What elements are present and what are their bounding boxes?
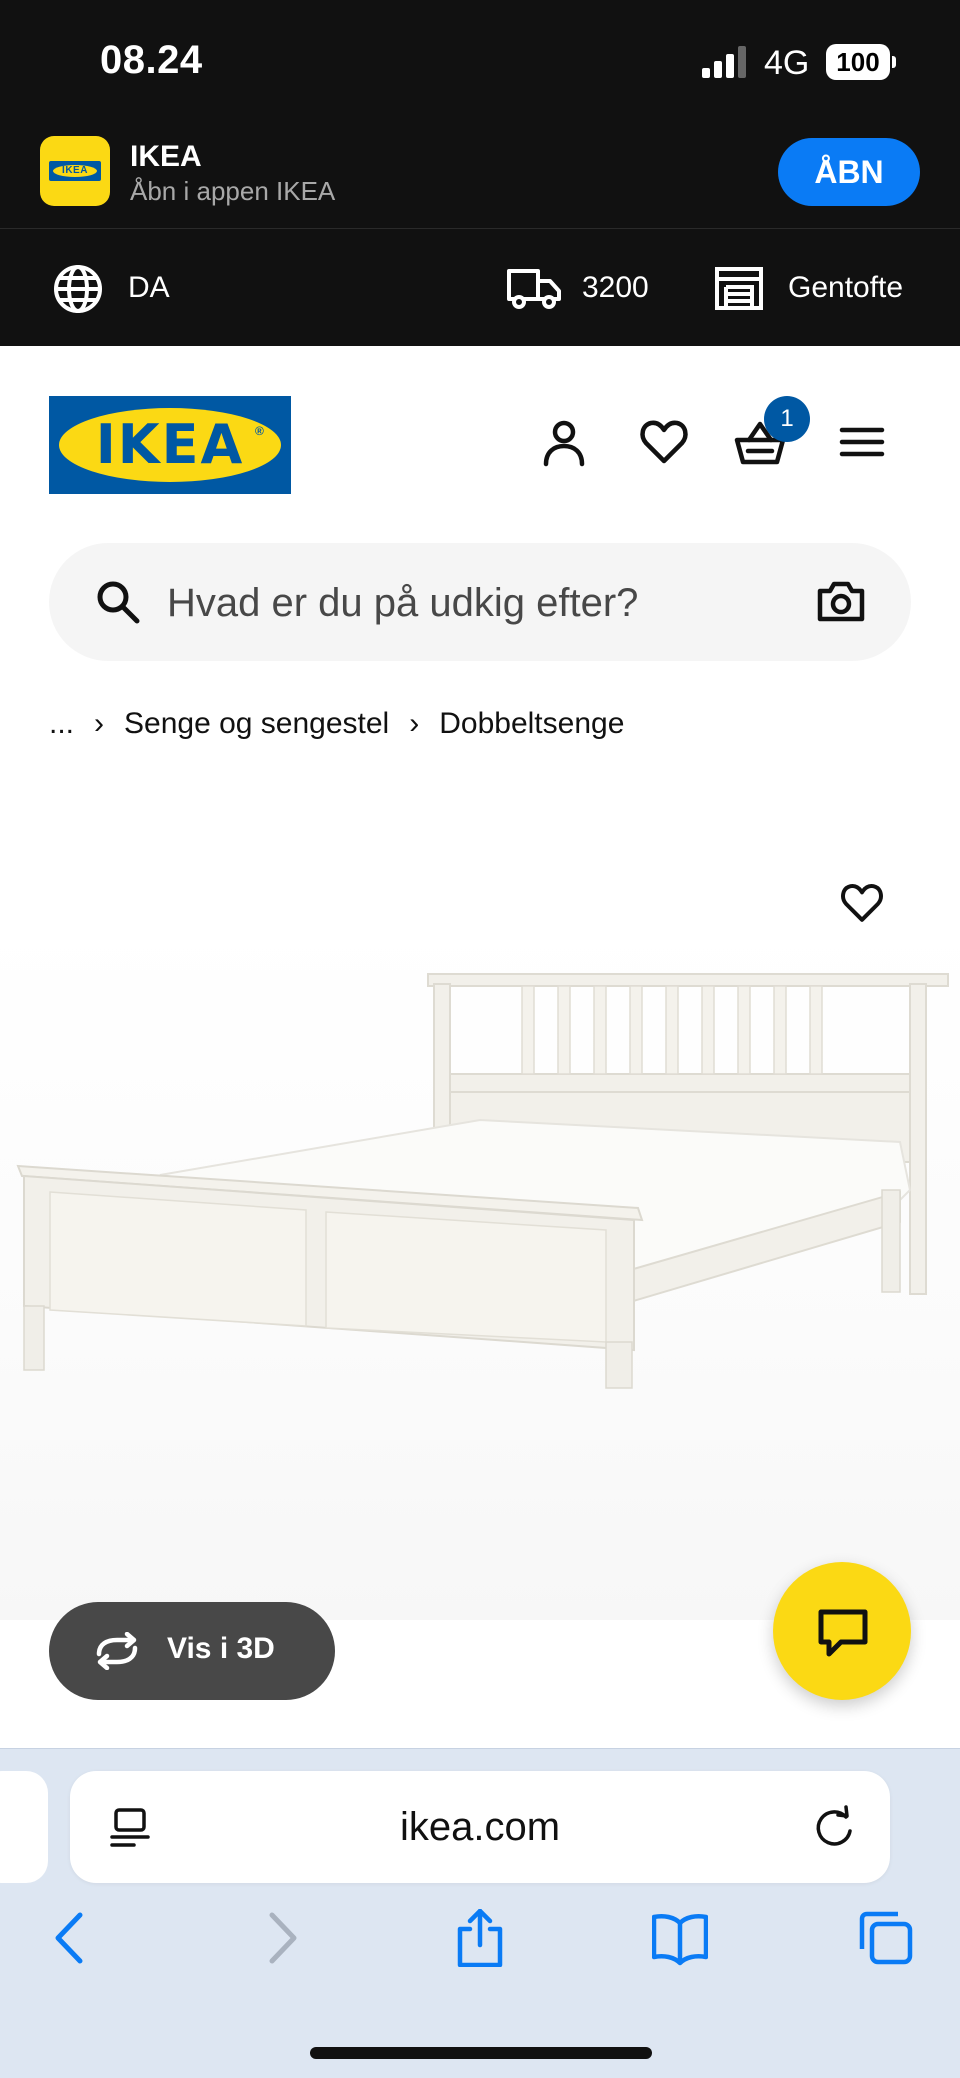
cart-count-badge: 1	[764, 396, 810, 442]
view-in-3d-button[interactable]: Vis i 3D	[49, 1602, 335, 1700]
store-name[interactable]: Gentofte	[788, 271, 903, 305]
previous-tab-peek[interactable]	[0, 1771, 48, 1883]
view-in-3d-label: Vis i 3D	[167, 1632, 275, 1665]
open-app-button[interactable]: ÅBN	[778, 138, 920, 206]
breadcrumb-ellipsis[interactable]: ...	[49, 707, 74, 741]
browser-toolbar: ikea.com	[0, 1748, 960, 2078]
address-url: ikea.com	[399, 1805, 561, 1849]
search-input[interactable]: Hvad er du på udkig efter?	[49, 543, 911, 661]
breadcrumb: ... › Senge og sengestel › Dobbeltsenge	[49, 704, 624, 744]
ikea-logo[interactable]: IKEA ®	[49, 396, 291, 494]
breadcrumb-double-beds[interactable]: Dobbeltsenge	[439, 707, 624, 741]
heart-icon[interactable]	[638, 416, 690, 468]
product-image-bed	[16, 973, 949, 1389]
search-placeholder: Hvad er du på udkig efter?	[167, 581, 639, 625]
rotate-3d-icon	[96, 1632, 138, 1670]
cellular-signal-icon	[702, 46, 746, 78]
user-icon[interactable]	[538, 416, 590, 468]
share-icon[interactable]	[452, 1909, 508, 1967]
search-icon	[97, 581, 140, 624]
network-type: 4G	[764, 44, 810, 82]
battery-level: 100	[826, 44, 890, 80]
app-banner-subtitle: Åbn i appen IKEA	[130, 176, 336, 206]
app-banner-name: IKEA	[130, 140, 202, 173]
address-bar[interactable]: ikea.com	[70, 1771, 890, 1883]
back-icon[interactable]	[44, 1909, 100, 1967]
store-icon[interactable]	[714, 265, 764, 311]
chat-bubble-icon	[818, 1609, 868, 1657]
ikea-app-icon: IKEA	[40, 136, 110, 206]
bookmarks-icon[interactable]	[652, 1909, 708, 1967]
hamburger-menu-icon[interactable]	[836, 416, 888, 468]
utility-bar: DA 3200 Gentofte	[0, 228, 960, 346]
language-selector[interactable]: DA	[128, 271, 170, 305]
smart-app-banner: IKEA IKEA Åbn i appen IKEA ÅBN	[0, 128, 960, 228]
home-indicator	[310, 2047, 652, 2059]
status-time: 08.24	[100, 38, 203, 82]
product-gallery[interactable]: Vis i 3D	[0, 780, 960, 1750]
heart-icon[interactable]	[838, 880, 886, 926]
postal-code[interactable]: 3200	[582, 271, 649, 305]
chat-button[interactable]	[773, 1562, 911, 1700]
chevron-right-icon: ›	[94, 707, 105, 740]
globe-icon[interactable]	[52, 263, 104, 315]
breadcrumb-beds[interactable]: Senge og sengestel	[124, 707, 389, 741]
forward-icon	[269, 1912, 297, 1964]
battery-icon: 100	[826, 44, 896, 80]
tabs-icon[interactable]	[858, 1909, 914, 1967]
status-bar: 08.24 4G 100	[0, 0, 960, 128]
reload-icon[interactable]	[812, 1805, 856, 1849]
delivery-truck-icon[interactable]	[506, 265, 562, 311]
chevron-right-icon: ›	[409, 707, 420, 740]
camera-search-icon[interactable]	[817, 579, 865, 623]
